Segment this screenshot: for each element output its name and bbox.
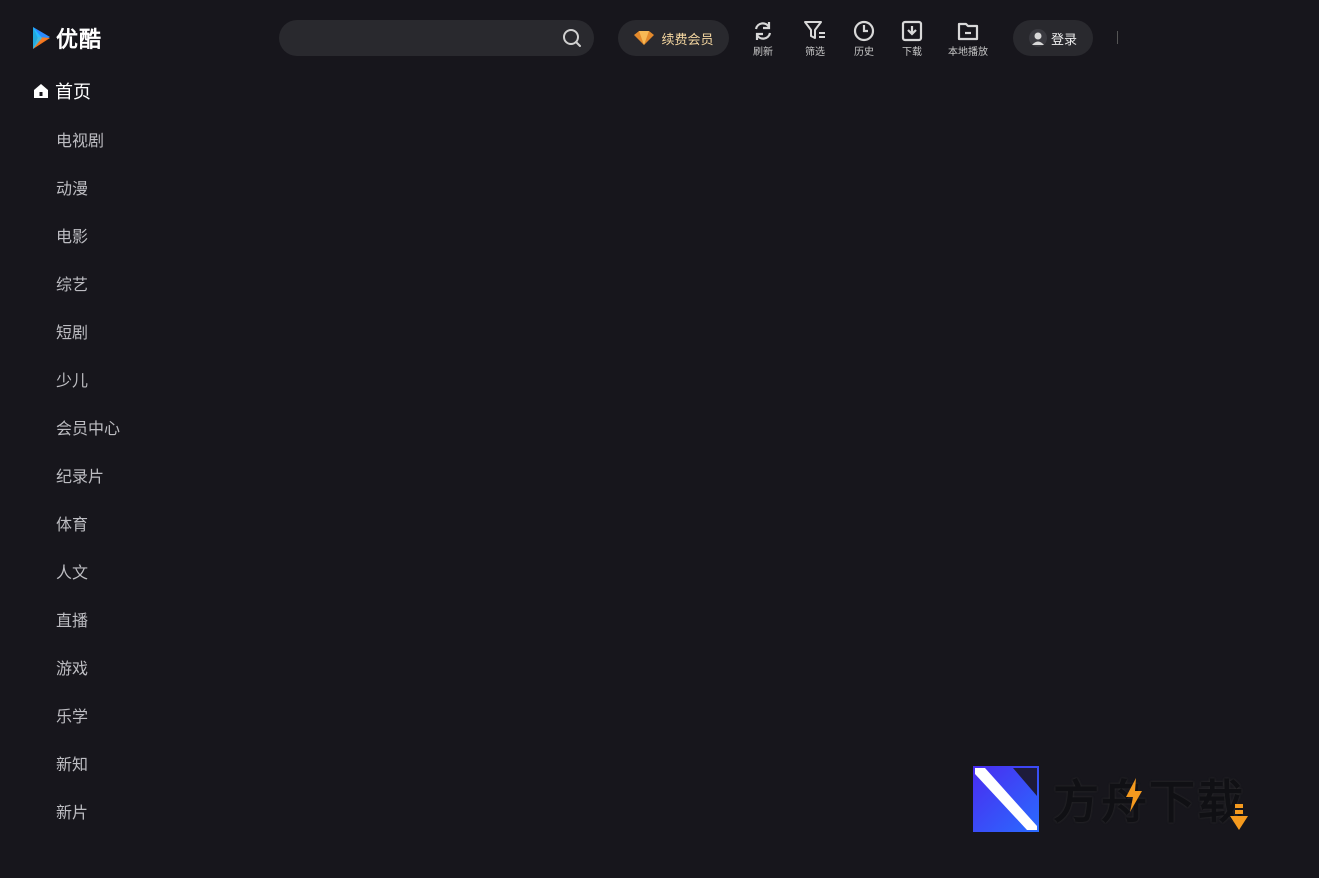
nav-item-games[interactable]: 游戏 <box>56 655 88 679</box>
folder-icon <box>957 22 979 41</box>
lightning-icon <box>1126 778 1142 812</box>
login-label: 登录 <box>1050 32 1077 48</box>
refresh-button[interactable]: 刷新 <box>752 20 774 58</box>
watermark-text: 方舟下载 <box>1053 775 1245 829</box>
home-icon <box>34 84 48 98</box>
nav-item-documentary[interactable]: 纪录片 <box>56 463 104 487</box>
nav-item-knowledge[interactable]: 新知 <box>56 751 88 775</box>
nav-home-label: 首页 <box>55 82 91 103</box>
download-label: 下载 <box>902 47 922 58</box>
search-box[interactable] <box>279 20 594 58</box>
history-button[interactable]: 历史 <box>853 20 875 58</box>
filter-button[interactable]: 筛选 <box>803 20 827 58</box>
diamond-icon <box>634 31 655 45</box>
nav-item-sports[interactable]: 体育 <box>56 511 88 535</box>
youku-play-icon <box>33 27 50 49</box>
history-label: 历史 <box>854 47 874 58</box>
renew-vip-button[interactable]: 续费会员 <box>618 20 729 56</box>
toolbar-divider <box>1117 31 1118 44</box>
login-button[interactable]: 登录 <box>1013 20 1093 56</box>
nav-item-variety[interactable]: 综艺 <box>56 271 88 295</box>
nav-item-vip-center[interactable]: 会员中心 <box>56 415 120 439</box>
download-arrow-icon <box>1230 804 1248 830</box>
filter-icon <box>804 21 825 39</box>
clock-icon <box>853 20 875 42</box>
refresh-label: 刷新 <box>753 47 773 58</box>
nav-item-humanities[interactable]: 人文 <box>56 559 88 583</box>
nav-item-tv[interactable]: 电视剧 <box>56 127 104 151</box>
nav-item-kids[interactable]: 少儿 <box>56 367 88 391</box>
download-icon <box>901 20 923 42</box>
watermark-logo-icon <box>973 766 1039 832</box>
refresh-icon <box>754 22 772 40</box>
nav-item-live[interactable]: 直播 <box>56 607 88 631</box>
nav-item-short-drama[interactable]: 短剧 <box>56 319 88 343</box>
nav-item-new-releases[interactable]: 新片 <box>56 799 88 823</box>
nav-item-anime[interactable]: 动漫 <box>56 175 88 199</box>
search-input[interactable] <box>293 20 557 58</box>
nav-item-learning[interactable]: 乐学 <box>56 703 88 727</box>
nav-item-home[interactable]: 首页 <box>33 78 91 104</box>
logo-text: 优酷 <box>56 28 103 53</box>
watermark: 方舟下载 <box>973 766 1248 832</box>
filter-label: 筛选 <box>805 47 825 58</box>
vip-label: 续费会员 <box>661 32 714 48</box>
search-icon[interactable] <box>562 28 582 48</box>
download-button[interactable]: 下载 <box>901 20 923 58</box>
nav-item-movie[interactable]: 电影 <box>56 223 88 247</box>
local-play-button[interactable]: 本地播放 <box>948 20 988 58</box>
app-logo[interactable]: 优酷 <box>30 22 102 54</box>
user-avatar-icon <box>1028 29 1047 47</box>
local-play-label: 本地播放 <box>948 47 988 58</box>
